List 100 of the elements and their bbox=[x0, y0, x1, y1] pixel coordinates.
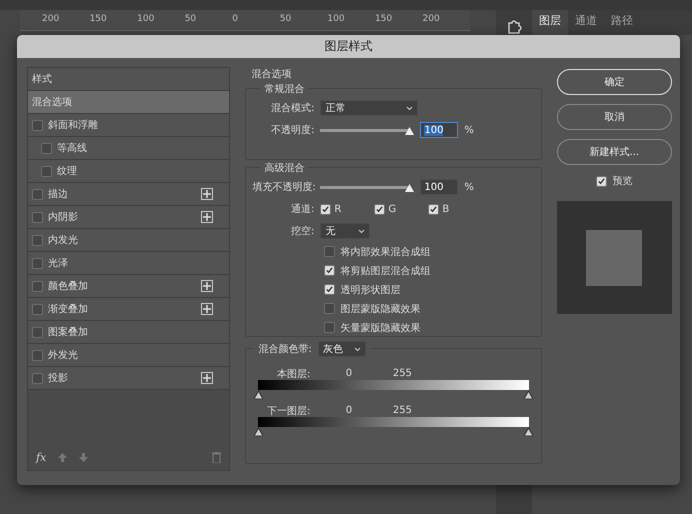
style-list-item[interactable]: 内发光 bbox=[28, 229, 230, 252]
checkbox[interactable] bbox=[32, 372, 43, 384]
group-title: 高级混合 bbox=[260, 161, 308, 175]
section-title: 混合选项 bbox=[251, 68, 292, 81]
style-list-item[interactable]: 斜面和浮雕 bbox=[28, 114, 230, 137]
checkbox[interactable] bbox=[32, 188, 43, 200]
blend-mode-dropdown[interactable]: 正常 bbox=[320, 100, 418, 116]
opacity-field[interactable]: 100 bbox=[420, 122, 458, 138]
style-label: 内发光 bbox=[48, 234, 78, 247]
style-label: 外发光 bbox=[48, 348, 78, 362]
style-label: 斜面和浮雕 bbox=[48, 118, 98, 132]
unit-label: % bbox=[464, 124, 474, 136]
option-label: 透明形状图层 bbox=[340, 284, 400, 296]
style-list-item[interactable]: 外发光 bbox=[28, 344, 230, 367]
style-label: 光泽 bbox=[48, 256, 68, 270]
ruler-number: 50 bbox=[184, 14, 198, 26]
slider-handle-icon[interactable] bbox=[524, 427, 533, 436]
slider-handle-icon[interactable] bbox=[254, 390, 264, 399]
checkbox[interactable] bbox=[324, 322, 336, 333]
field-label: 混合模式: bbox=[270, 102, 314, 115]
checkbox[interactable] bbox=[320, 204, 332, 214]
checkbox[interactable] bbox=[41, 142, 52, 154]
style-label: 混合选项 bbox=[32, 96, 72, 109]
checkbox[interactable] bbox=[324, 246, 336, 257]
style-list-item[interactable]: 颜色叠加 bbox=[28, 275, 230, 298]
field-label: 挖空: bbox=[290, 224, 314, 238]
style-label: 等高线 bbox=[57, 142, 87, 155]
knockout-dropdown[interactable]: 无 bbox=[320, 223, 370, 239]
checkbox[interactable] bbox=[324, 265, 336, 276]
range-value: 0 bbox=[344, 368, 354, 379]
checkbox[interactable] bbox=[32, 326, 43, 338]
style-list-item[interactable]: 混合选项 bbox=[28, 91, 230, 114]
slider-handle-icon[interactable] bbox=[254, 427, 264, 436]
panel-tab[interactable]: 路径 bbox=[604, 10, 640, 35]
option-label: 矢量蒙版隐藏效果 bbox=[340, 322, 420, 334]
style-list-item[interactable]: 投影 bbox=[28, 367, 230, 390]
dialog-button[interactable]: 新建样式... bbox=[556, 139, 672, 165]
field-label: 通道: bbox=[290, 202, 314, 216]
style-label: 内阴影 bbox=[48, 210, 78, 224]
fill-opacity-field[interactable]: 100 bbox=[420, 179, 458, 195]
style-list-item[interactable]: 描边 bbox=[28, 183, 230, 206]
ruler-number: 150 bbox=[90, 14, 108, 26]
style-list-item[interactable]: 光泽 bbox=[28, 252, 230, 275]
checkbox[interactable] bbox=[32, 234, 43, 246]
style-label: 颜色叠加 bbox=[48, 280, 88, 293]
blend-if-dropdown[interactable]: 灰色 bbox=[318, 341, 366, 357]
checkbox[interactable] bbox=[32, 280, 43, 292]
ruler-number: 200 bbox=[42, 14, 60, 26]
add-button[interactable] bbox=[201, 372, 214, 384]
field-label: 混合颜色带: bbox=[258, 342, 312, 356]
checkbox[interactable] bbox=[32, 350, 43, 360]
style-label: 描边 bbox=[48, 188, 68, 201]
checkbox[interactable] bbox=[41, 166, 52, 176]
preview-square bbox=[586, 230, 642, 286]
style-label: 渐变叠加 bbox=[48, 302, 88, 316]
fx-button[interactable]: fx bbox=[36, 450, 46, 464]
caret-icon bbox=[406, 106, 414, 110]
ruler-number: 50 bbox=[280, 14, 292, 26]
style-list-item[interactable]: 图案叠加 bbox=[28, 321, 230, 344]
panel-tab[interactable]: 通道 bbox=[568, 10, 604, 35]
slider-handle-icon[interactable] bbox=[524, 390, 533, 399]
ruler-number: 100 bbox=[327, 14, 346, 26]
field-label: 本图层: bbox=[276, 368, 310, 380]
range-value: 0 bbox=[344, 405, 354, 416]
ruler-number: 0 bbox=[232, 14, 239, 26]
style-list-item[interactable]: 纹理 bbox=[28, 160, 230, 183]
checkbox[interactable] bbox=[428, 204, 440, 214]
dialog-button[interactable]: 确定 bbox=[556, 69, 672, 95]
style-label: 纹理 bbox=[57, 165, 77, 178]
dialog-title: 图层样式 bbox=[17, 35, 680, 58]
option-label: 图层蒙版隐藏效果 bbox=[340, 302, 420, 316]
list-header: 样式 bbox=[28, 68, 230, 91]
checkbox[interactable] bbox=[32, 212, 43, 222]
caret-icon bbox=[354, 346, 361, 352]
style-label: 投影 bbox=[48, 372, 68, 385]
dialog-button[interactable]: 取消 bbox=[556, 104, 672, 130]
add-button[interactable] bbox=[201, 280, 214, 292]
preview-label: 预览 bbox=[612, 175, 632, 188]
checkbox[interactable] bbox=[32, 120, 43, 130]
field-label: 下一图层: bbox=[266, 404, 310, 418]
puzzle-icon[interactable] bbox=[506, 18, 522, 34]
checkbox[interactable] bbox=[324, 303, 336, 314]
group-title: 常规混合 bbox=[260, 82, 308, 96]
style-list-item[interactable]: 内阴影 bbox=[28, 206, 230, 229]
add-button[interactable] bbox=[201, 303, 214, 315]
style-list-item[interactable]: 渐变叠加 bbox=[28, 298, 230, 321]
add-button[interactable] bbox=[201, 211, 214, 223]
checkbox[interactable] bbox=[324, 284, 336, 295]
option-label: 将内部效果混合成组 bbox=[340, 246, 430, 258]
checkbox[interactable] bbox=[32, 304, 43, 314]
field-label: 不透明度: bbox=[270, 124, 314, 137]
add-button[interactable] bbox=[201, 188, 214, 200]
checkbox[interactable] bbox=[32, 258, 43, 268]
channel-label: B bbox=[442, 204, 450, 214]
panel-tab[interactable]: 图层 bbox=[532, 10, 568, 35]
range-value: 255 bbox=[392, 405, 413, 416]
channel-label: R bbox=[334, 204, 342, 214]
checkbox[interactable] bbox=[374, 204, 386, 214]
checkbox[interactable] bbox=[596, 176, 608, 186]
style-list-item[interactable]: 等高线 bbox=[28, 137, 230, 160]
